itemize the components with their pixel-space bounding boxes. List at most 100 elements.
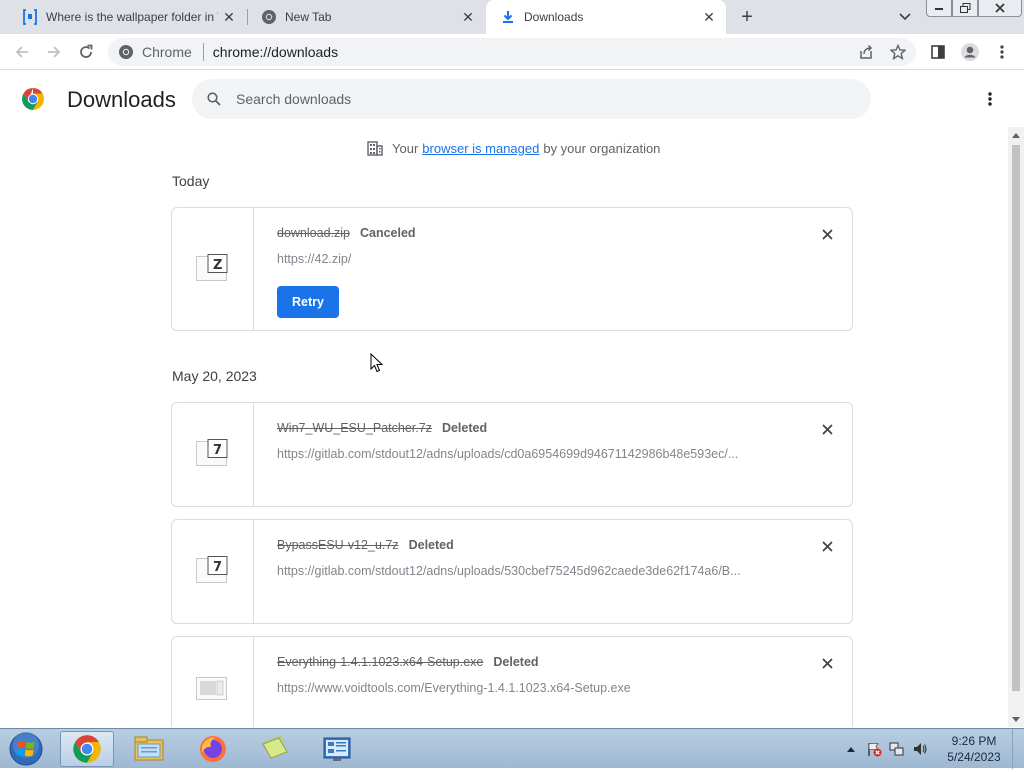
download-status: Deleted bbox=[408, 538, 454, 552]
system-clock[interactable]: 9:26 PM 5/24/2023 bbox=[940, 733, 1008, 765]
managed-prefix: Your bbox=[392, 140, 419, 156]
file-name-text: Win7_WU_ESU_Patcher.7z bbox=[277, 421, 432, 435]
show-desktop-button[interactable] bbox=[1012, 729, 1024, 769]
svg-text:Z: Z bbox=[213, 258, 222, 273]
taskbar-firefox-icon[interactable] bbox=[186, 731, 240, 767]
new-tab-button[interactable]: + bbox=[734, 5, 760, 29]
managed-notice: Your browser is managed by your organiza… bbox=[366, 139, 660, 157]
file-url[interactable]: https://42.zip/ bbox=[277, 252, 351, 266]
address-bar[interactable]: Chrome chrome://downloads bbox=[108, 38, 916, 66]
system-tray bbox=[842, 739, 934, 759]
date-header: May 20, 2023 bbox=[172, 368, 257, 384]
7z-file-icon: 7 bbox=[196, 556, 228, 584]
tab-title: Downloads bbox=[524, 10, 584, 24]
file-name[interactable]: Everything-1.4.1.1023.x64-Setup.exe Delet… bbox=[277, 655, 539, 669]
download-item: 7 BypassESU-v12_u.7z Deleted https://gitl… bbox=[171, 519, 853, 624]
downloads-list: Your browser is managed by your organiza… bbox=[0, 127, 1008, 727]
omnibox-divider bbox=[202, 43, 204, 61]
search-box[interactable] bbox=[192, 79, 871, 119]
download-status: Deleted bbox=[441, 421, 488, 435]
side-panel-icon[interactable] bbox=[926, 40, 950, 64]
remove-from-list-icon[interactable] bbox=[817, 536, 837, 556]
download-status: Canceled bbox=[359, 226, 416, 240]
network-icon[interactable] bbox=[888, 740, 906, 758]
scroll-down-arrow-icon[interactable] bbox=[1008, 711, 1024, 727]
file-name[interactable]: Win7_WU_ESU_Patcher.7z Deleted bbox=[277, 421, 487, 435]
volume-icon[interactable] bbox=[911, 740, 929, 758]
file-name[interactable]: BypassESU-v12_u.7z Deleted bbox=[277, 538, 454, 552]
7z-file-icon: 7 bbox=[196, 439, 228, 467]
minimize-button[interactable] bbox=[926, 0, 952, 17]
share-icon[interactable] bbox=[854, 40, 878, 64]
download-status: Deleted bbox=[493, 655, 539, 669]
building-icon bbox=[367, 141, 383, 156]
remove-from-list-icon[interactable] bbox=[817, 653, 837, 673]
remove-from-list-icon[interactable] bbox=[817, 419, 837, 439]
vertical-scrollbar[interactable] bbox=[1008, 127, 1024, 727]
svg-text:7: 7 bbox=[213, 560, 222, 575]
close-tab-icon[interactable]: ✕ bbox=[698, 6, 720, 28]
download-item: Everything-1.4.1.1023.x64-Setup.exe Delet… bbox=[171, 636, 853, 727]
taskbar-chrome-icon[interactable] bbox=[60, 731, 114, 767]
forward-button[interactable] bbox=[42, 40, 66, 64]
svg-text:7: 7 bbox=[213, 443, 222, 458]
scrollbar-thumb[interactable] bbox=[1012, 145, 1020, 691]
mouse-cursor-icon bbox=[370, 352, 384, 373]
file-url[interactable]: https://gitlab.com/stdout12/adns/uploads… bbox=[277, 447, 738, 461]
file-url[interactable]: https://gitlab.com/stdout12/adns/uploads… bbox=[277, 564, 741, 578]
tab-new-tab[interactable]: New Tab ✕ bbox=[247, 0, 485, 34]
site-info-chip[interactable]: Chrome bbox=[118, 44, 192, 60]
taskbar-sticky-notes-icon[interactable] bbox=[248, 731, 302, 767]
download-item: Z download.zip Canceled https://42.zip/ R… bbox=[171, 207, 853, 331]
zip-file-icon: Z bbox=[196, 254, 228, 282]
chrome-favicon-icon bbox=[261, 9, 277, 25]
scroll-up-arrow-icon[interactable] bbox=[1008, 127, 1024, 143]
close-tab-icon[interactable]: ✕ bbox=[457, 6, 479, 28]
bookmark-star-icon[interactable] bbox=[886, 40, 910, 64]
file-url[interactable]: https://www.voidtools.com/Everything-1.4… bbox=[277, 681, 631, 695]
download-icon bbox=[500, 9, 516, 25]
search-icon bbox=[204, 89, 224, 109]
managed-suffix: by your organization bbox=[543, 140, 661, 156]
chrome-logo-icon bbox=[21, 87, 45, 111]
file-name[interactable]: download.zip Canceled bbox=[277, 226, 416, 240]
close-window-button[interactable] bbox=[978, 0, 1022, 17]
profile-avatar-icon[interactable] bbox=[958, 40, 982, 64]
file-name-text: BypassESU-v12_u.7z bbox=[277, 538, 399, 552]
menu-kebab-icon[interactable] bbox=[990, 40, 1014, 64]
action-center-flag-icon[interactable] bbox=[865, 740, 883, 758]
back-button[interactable] bbox=[10, 40, 34, 64]
retry-button[interactable]: Retry bbox=[277, 286, 339, 318]
search-input[interactable] bbox=[236, 91, 836, 107]
tab-downloads[interactable]: Downloads ✕ bbox=[486, 0, 726, 34]
close-tab-icon[interactable]: ✕ bbox=[218, 6, 240, 28]
clock-date: 5/24/2023 bbox=[947, 750, 1001, 764]
downloads-header: Downloads bbox=[0, 71, 1024, 127]
tab-wallpaper-folder[interactable]: Where is the wallpaper folder in W ✕ bbox=[8, 0, 246, 34]
file-name-text: Everything-1.4.1.1023.x64-Setup.exe bbox=[277, 655, 484, 669]
browser-managed-link[interactable]: browser is managed bbox=[422, 141, 539, 156]
tab-title: Where is the wallpaper folder in W bbox=[46, 10, 218, 24]
window-controls bbox=[926, 0, 1022, 18]
site-chip-label: Chrome bbox=[142, 44, 192, 60]
file-name-text: download.zip bbox=[277, 226, 350, 240]
start-button[interactable] bbox=[4, 731, 48, 767]
chrome-site-icon bbox=[119, 45, 133, 59]
tab-strip: Where is the wallpaper folder in W ✕ New… bbox=[0, 0, 1024, 34]
page-title: Downloads bbox=[67, 87, 176, 112]
show-hidden-icons-icon[interactable] bbox=[842, 740, 860, 758]
tab-search-chevron-icon[interactable] bbox=[894, 8, 916, 26]
tab-title: New Tab bbox=[285, 10, 332, 24]
url-text[interactable]: chrome://downloads bbox=[213, 44, 338, 60]
date-header: Today bbox=[172, 173, 210, 189]
download-item: 7 Win7_WU_ESU_Patcher.7z Deleted https://… bbox=[171, 402, 853, 507]
downloads-menu-icon[interactable] bbox=[978, 87, 1002, 111]
taskbar-file-explorer-icon[interactable] bbox=[122, 731, 176, 767]
reload-button[interactable] bbox=[74, 40, 98, 64]
remove-from-list-icon[interactable] bbox=[817, 224, 837, 244]
restore-button[interactable] bbox=[952, 0, 978, 17]
windows-taskbar: 9:26 PM 5/24/2023 bbox=[0, 728, 1024, 769]
taskbar-control-panel-icon[interactable] bbox=[310, 731, 364, 767]
browser-toolbar: Chrome chrome://downloads bbox=[0, 34, 1024, 70]
site-favicon-icon bbox=[22, 9, 38, 25]
